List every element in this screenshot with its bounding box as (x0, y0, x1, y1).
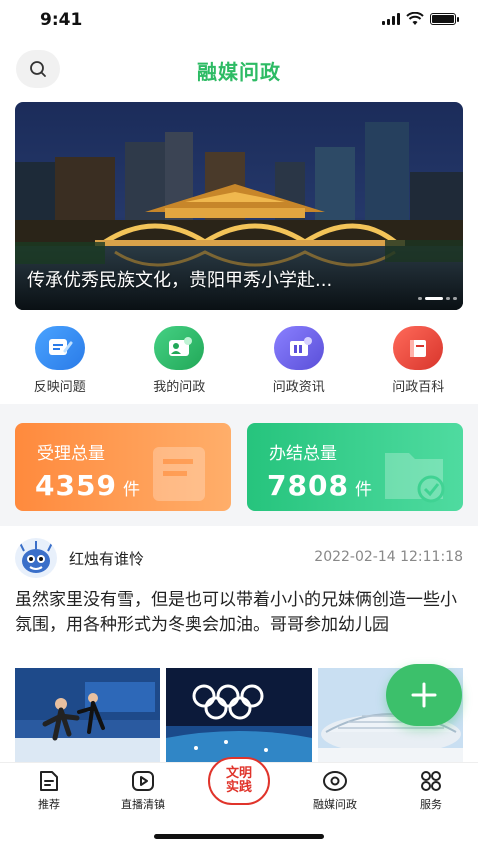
quick-nav-label: 我的问政 (153, 380, 206, 395)
stat-card-completed[interactable]: 办结总量 7808 件 (247, 423, 463, 511)
banner-dot-active (425, 297, 443, 300)
plus-icon (411, 682, 437, 708)
status-icons (382, 12, 459, 26)
tab-label: 直播清镇 (121, 798, 165, 811)
tab-label: 推荐 (38, 798, 60, 811)
stat-card-accepted[interactable]: 受理总量 4359 件 (15, 423, 231, 511)
post-body[interactable]: 虽然家里没有雪，但是也可以带着小小的兄妹俩创造一些小氛围，用各种形式为冬奥会加油… (15, 588, 467, 638)
folder-check-deco-icon (385, 453, 445, 503)
olympic-rings-photo (166, 668, 312, 764)
post-image[interactable] (15, 668, 161, 764)
quick-nav-label: 问政百科 (392, 380, 445, 395)
stat-number: 4359 (35, 469, 117, 502)
stat-unit: 件 (122, 480, 141, 500)
avatar[interactable] (15, 538, 57, 578)
stat-label: 受理总量 (37, 444, 105, 464)
figure-skating-photo (15, 668, 161, 764)
banner-caption: 传承优秀民族文化，贵阳甲秀小学赴... (27, 270, 333, 291)
civilization-practice-button[interactable]: 文明实践 (208, 757, 270, 805)
tab-services[interactable]: 服务 (396, 769, 466, 812)
tab-media-inquiry[interactable]: 融媒问政 (300, 769, 370, 812)
add-post-button[interactable] (386, 664, 462, 726)
news-building-icon (273, 326, 324, 370)
post-timestamp: 2022-02-14 12:11:18 (314, 549, 463, 565)
banner-dot (453, 297, 457, 300)
tab-label: 融媒问政 (313, 798, 357, 811)
quick-nav-label: 问政资讯 (272, 380, 325, 395)
document-deco-icon (153, 447, 205, 501)
quick-nav-my-inquiries[interactable]: 我的问政 (120, 326, 240, 398)
page-title: 融媒问政 (197, 60, 281, 84)
quick-nav-news[interactable]: 问政资讯 (239, 326, 359, 398)
eye-icon (323, 771, 347, 791)
battery-icon (430, 13, 459, 25)
stat-label: 办结总量 (269, 444, 337, 464)
banner-dot (418, 297, 422, 300)
tab-recommend[interactable]: 推荐 (14, 769, 84, 812)
cartoon-avatar-icon (19, 541, 53, 573)
tab-live-qingzhen[interactable]: 直播清镇 (108, 769, 178, 812)
wifi-icon (406, 12, 424, 25)
tab-label: 服务 (420, 798, 442, 811)
stat-number: 7808 (267, 469, 349, 502)
center-badge-label: 文明实践 (225, 766, 252, 795)
banner-carousel[interactable]: 传承优秀民族文化，贵阳甲秀小学赴... (15, 102, 463, 310)
quick-nav-label: 反映问题 (33, 380, 86, 395)
quick-nav-encyclopedia[interactable]: 问政百科 (359, 326, 478, 398)
status-time: 9:41 (40, 10, 83, 30)
banner-dot (446, 297, 450, 300)
banner-pagination (418, 297, 457, 300)
book-icon (393, 326, 444, 370)
user-card-icon (154, 326, 205, 370)
post-username[interactable]: 红烛有谁怜 (69, 548, 144, 569)
post-image[interactable] (166, 668, 312, 764)
edit-report-icon (34, 326, 85, 370)
home-indicator (154, 834, 324, 839)
quick-nav-report-issue[interactable]: 反映问题 (0, 326, 120, 398)
app-header: 融媒问政 (0, 46, 478, 92)
grid-icon (421, 771, 441, 791)
post-header: 红烛有谁怜 2022-02-14 12:11:18 (15, 538, 463, 578)
quick-nav: 反映问题 我的问政 问政资讯 问政百科 (0, 326, 478, 398)
stat-unit: 件 (354, 480, 373, 500)
document-icon (40, 771, 58, 791)
status-bar: 9:41 (0, 0, 478, 44)
play-icon (132, 771, 154, 791)
stat-value: 7808 件 (267, 469, 373, 502)
signal-icon (382, 13, 400, 25)
stat-value: 4359 件 (35, 469, 141, 502)
